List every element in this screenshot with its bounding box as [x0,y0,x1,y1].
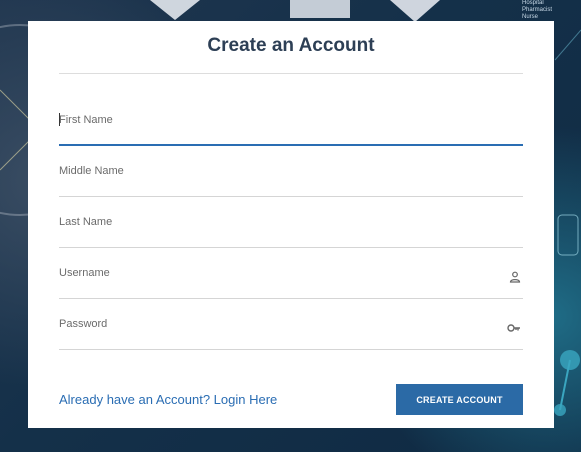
username-field[interactable]: Username [59,259,523,299]
title-divider [59,73,523,74]
create-account-button[interactable]: CREATE ACCOUNT [396,384,523,415]
background-text-line: Hospital [522,0,544,6]
password-field[interactable]: Password [59,310,523,350]
password-underline [59,349,523,350]
middle-name-label: Middle Name [59,165,124,177]
first-name-field[interactable]: First Name [59,106,523,146]
last-name-underline [59,247,523,248]
middle-name-underline [59,196,523,197]
background-text-line: Nurse [522,14,539,20]
login-link[interactable]: Already have an Account? Login Here [59,392,277,407]
password-label: Password [59,318,108,330]
background-text-line: Pharmacist [522,7,553,13]
user-icon [509,271,521,283]
first-name-label: First Name [59,114,113,126]
username-label: Username [59,267,110,279]
last-name-label: Last Name [59,216,113,228]
username-underline [59,298,523,299]
last-name-field[interactable]: Last Name [59,208,523,248]
first-name-underline [59,144,523,146]
create-account-card: Create an Account First Name Middle Name… [28,21,554,428]
key-icon [507,324,520,332]
middle-name-field[interactable]: Middle Name [59,157,523,197]
page-title: Create an Account [207,35,375,56]
background-text: Hospital Pharmacist Nurse [522,0,552,21]
